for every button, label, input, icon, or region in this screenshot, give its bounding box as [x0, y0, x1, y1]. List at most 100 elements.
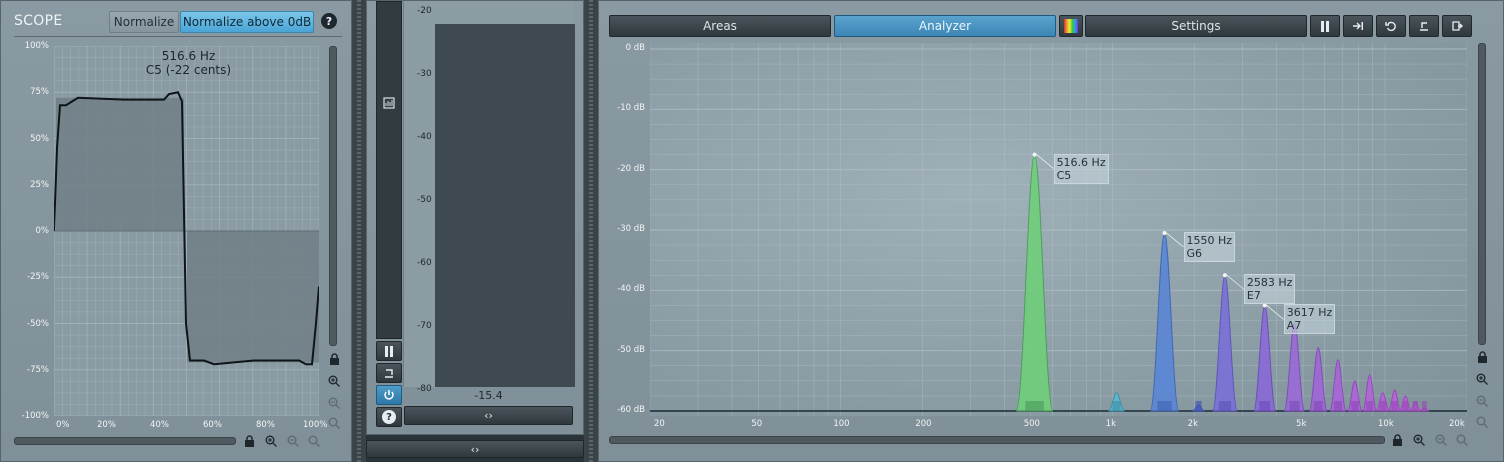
normalize-above-button[interactable]: Normalize above 0dB	[180, 11, 314, 33]
peak-frequency: 3617 Hz	[1286, 306, 1333, 320]
panel-divider[interactable]	[584, 0, 598, 462]
step-forward-button[interactable]	[1343, 15, 1373, 37]
tab-settings[interactable]: Settings	[1085, 15, 1307, 37]
spectrum-peak	[1015, 154, 1054, 412]
scope-y-tick-label: -50%	[27, 318, 49, 329]
peak-label: 516.6 Hz C5	[1053, 153, 1109, 184]
divider-grip	[357, 0, 361, 462]
spectrum-x-tick-label: 1k	[1105, 419, 1117, 429]
spectrum-vertical-scrollbar[interactable]	[1478, 43, 1486, 345]
scope-x-tick-label: 0%	[56, 420, 70, 430]
zoom-in-icon[interactable]	[263, 433, 279, 449]
spectrum-colors-button[interactable]	[1059, 15, 1083, 37]
peak-base	[1351, 401, 1359, 411]
peak-base	[1259, 401, 1271, 411]
zoom-reset-icon[interactable]	[306, 433, 322, 449]
meter-scale-label: -20	[417, 6, 432, 16]
zoom-reset-icon[interactable]	[326, 415, 342, 431]
meter-expand-button[interactable]: ‹›	[404, 406, 573, 425]
zoom-in-icon[interactable]	[1474, 371, 1490, 387]
spectrum-y-tick-label: -40 dB	[617, 284, 645, 295]
zoom-out-icon[interactable]	[326, 395, 342, 411]
peak-base	[1218, 401, 1232, 411]
spectrum-svg	[650, 43, 1467, 416]
peak-marker	[1222, 273, 1227, 278]
zoom-reset-icon[interactable]	[1454, 432, 1470, 448]
scope-y-tick-label: 0%	[35, 226, 50, 236]
meter-level-bar	[435, 24, 575, 387]
scope-horizontal-scrollbar[interactable]	[14, 437, 236, 445]
meter-scale-label: -50	[417, 195, 432, 205]
pause-button[interactable]	[1310, 15, 1340, 37]
help-icon[interactable]: ?	[321, 13, 337, 29]
spectrum-x-tick-label: 200	[915, 419, 932, 429]
spectrum-y-tick-label: 0 dB	[625, 43, 645, 53]
meter-help-button[interactable]: ?	[376, 407, 402, 427]
spectrum-peak	[1149, 232, 1180, 412]
spectrum-peak	[1212, 274, 1238, 412]
zoom-in-icon[interactable]	[326, 373, 342, 389]
peak-base	[1333, 401, 1343, 411]
reset-meter-button[interactable]	[376, 363, 402, 383]
power-button[interactable]	[376, 385, 402, 405]
scope-x-tick-label: 40%	[150, 420, 169, 430]
scope-x-tick-label: 100%	[303, 420, 328, 430]
zoom-out-icon[interactable]	[285, 433, 301, 449]
popout-icon	[1452, 21, 1463, 31]
power-icon	[384, 390, 394, 400]
peak-base	[1366, 401, 1374, 411]
spectrum-horizontal-scrollbar[interactable]	[609, 436, 1385, 444]
spectrum-plot[interactable]	[650, 43, 1467, 416]
meter-scale-label: -60	[417, 258, 432, 268]
scope-y-tick-label: -25%	[27, 272, 49, 283]
peak-frequency: 1550 Hz	[1186, 234, 1233, 248]
spectrum-y-tick-label: -50 dB	[617, 344, 645, 355]
zoom-out-icon[interactable]	[1433, 432, 1449, 448]
lock-icon[interactable]	[326, 351, 342, 367]
lock-icon[interactable]	[241, 433, 257, 449]
export-button[interactable]	[1409, 15, 1439, 37]
spectrum-x-tick-label: 500	[1023, 419, 1040, 429]
histogram-icon[interactable]	[381, 95, 397, 111]
waveform-fill-negative	[187, 231, 319, 363]
zoom-reset-icon[interactable]	[1474, 414, 1490, 430]
lock-icon[interactable]	[1389, 432, 1405, 448]
divider-grip	[589, 0, 593, 462]
bottom-expand-button[interactable]: ‹›	[366, 440, 584, 458]
peak-label: 2583 Hz E7	[1243, 274, 1296, 305]
scope-y-tick-label: 100%	[24, 41, 49, 51]
normalize-button[interactable]: Normalize	[109, 11, 179, 33]
tab-areas[interactable]: Areas	[609, 15, 831, 37]
scope-note-readout: C5 (-22 cents)	[145, 63, 232, 77]
popout-button[interactable]	[1442, 15, 1472, 37]
zoom-out-icon[interactable]	[1474, 393, 1490, 409]
scope-y-tick-label: 25%	[30, 179, 49, 190]
tab-analyzer[interactable]: Analyzer	[834, 15, 1056, 37]
spectrum-x-tick-label: 100	[833, 419, 850, 429]
scope-waveform-svg	[54, 46, 319, 416]
peak-base	[1157, 401, 1172, 411]
peak-label: 1550 Hz G6	[1183, 232, 1236, 263]
scope-title: SCOPE	[14, 13, 63, 29]
zoom-in-icon[interactable]	[1411, 432, 1427, 448]
scope-plot[interactable]	[54, 46, 319, 416]
color-palette-icon	[1064, 19, 1078, 33]
scope-y-tick-label: 75%	[30, 87, 49, 98]
scope-x-tick-label: 80%	[256, 420, 275, 430]
peak-label-leader	[1266, 305, 1284, 320]
pause-icon	[385, 345, 393, 357]
peak-frequency: 2583 Hz	[1246, 276, 1293, 290]
lock-icon[interactable]	[1474, 349, 1490, 365]
pause-button[interactable]	[376, 341, 402, 361]
waveform-fill-positive	[56, 97, 184, 231]
meter-scale-label: -40	[417, 132, 432, 142]
scope-vertical-zoom-scrollbar[interactable]	[329, 46, 337, 346]
spectrum-y-tick-label: -20 dB	[617, 163, 645, 174]
peak-note: C5	[1056, 168, 1072, 182]
reset-button[interactable]	[1376, 15, 1406, 37]
panel-divider[interactable]	[352, 0, 366, 462]
analyzer-panel: Areas Analyzer Settings 0 dB -10 dB -20 …	[598, 0, 1504, 462]
spectrum-x-tick-label: 50	[751, 419, 763, 429]
help-icon: ?	[382, 410, 396, 424]
peak-base	[1025, 401, 1044, 411]
